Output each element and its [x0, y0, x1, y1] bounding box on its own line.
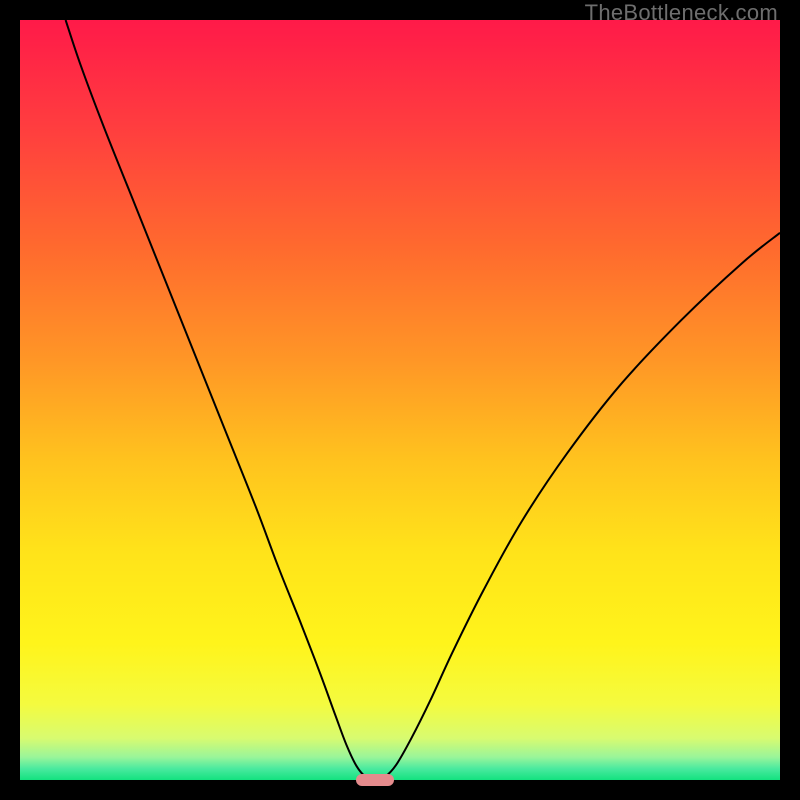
bottleneck-chart — [20, 20, 780, 780]
optimum-marker — [356, 774, 394, 786]
gradient-background — [20, 20, 780, 780]
watermark-text: TheBottleneck.com — [585, 0, 778, 26]
plot-area — [20, 20, 780, 780]
chart-frame — [20, 20, 780, 780]
